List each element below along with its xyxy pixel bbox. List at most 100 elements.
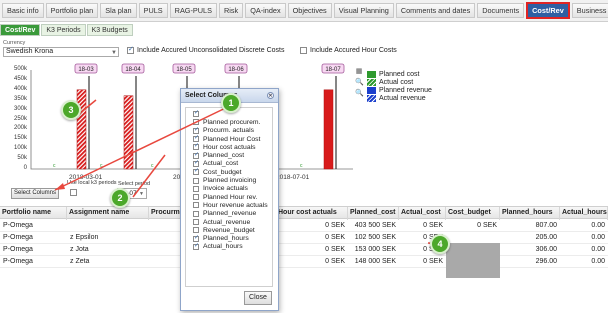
column-option-checkbox[interactable] [193, 119, 199, 126]
table-cell: 306.00 [535, 246, 557, 253]
column-header[interactable]: Planned_hours [500, 207, 560, 220]
column-header[interactable]: Portfolio name [0, 207, 67, 220]
include-hour-costs-checkbox[interactable] [300, 47, 307, 54]
chart-bar[interactable] [323, 89, 334, 170]
column-option[interactable]: Planned_revenue [186, 210, 272, 218]
column-option-label: Planned_cost [203, 152, 245, 160]
column-option-checkbox[interactable] [193, 185, 199, 192]
include-unconsolidated-option[interactable]: Include Accured Unconsolidated Discrete … [127, 45, 284, 54]
table-cell: P-Omega [3, 246, 33, 253]
use-local-periods-label: Use local k3 periods [67, 180, 117, 186]
column-option-checkbox[interactable] [193, 234, 199, 242]
tab-risk[interactable]: Risk [218, 3, 244, 18]
table-cell: 0 SEK [423, 258, 443, 265]
column-option-checkbox[interactable] [193, 126, 199, 134]
subtab-k3-periods[interactable]: K3 Periods [41, 24, 86, 36]
table-row[interactable]: P-Omegaz Epsilon0 SEK102 500 SEK0 SEK205… [0, 232, 608, 244]
table-row[interactable]: P-Omegaz Jota0 SEK153 000 SEK0 SEK306.00… [0, 244, 608, 256]
column-header[interactable]: Assignment name [67, 207, 149, 220]
tab-objectives[interactable]: Objectives [287, 3, 332, 18]
column-option-checkbox[interactable] [193, 159, 199, 167]
column-option-checkbox[interactable] [193, 194, 199, 201]
column-option[interactable]: Invoice actuals [186, 185, 272, 193]
column-option-label: Actual_revenue [203, 218, 251, 226]
tab-puls[interactable]: PULS [138, 3, 168, 18]
currency-select[interactable]: Swedish Krona ▼ [3, 47, 119, 57]
select-columns-button[interactable]: Select Columns [11, 188, 59, 199]
tab-rag-puls[interactable]: RAG-PULS [169, 3, 217, 18]
column-option[interactable]: Actual_hours [186, 242, 272, 251]
legend-label: Actual revenue [379, 94, 426, 102]
column-option-checkbox[interactable] [193, 167, 199, 176]
column-option-checkbox[interactable] [193, 134, 199, 143]
table-row[interactable]: P-Omega z Zeta 0 SEK 148 000 SEK 0 SEK 296.00… [0, 256, 608, 268]
period-marker-label: 18-06 [228, 67, 244, 73]
column-header[interactable]: Hour cost actuals [276, 207, 348, 220]
tab-sla-plan[interactable]: Sla plan [100, 3, 137, 18]
grid-icon[interactable]: ▦ [355, 68, 363, 76]
column-list: Planned procurem.Procurm. actualsPlanned… [185, 107, 273, 287]
table-cell: 0 SEK [325, 234, 345, 241]
zoom-out-icon[interactable]: 🔍 [355, 90, 364, 98]
zoom-in-icon[interactable]: 🔍 [355, 79, 364, 87]
column-option[interactable]: Planned invoicing [186, 176, 272, 184]
column-option-checkbox[interactable] [193, 210, 199, 217]
period-marker-label: 18-07 [325, 67, 341, 73]
cost-marker: c [100, 163, 103, 169]
chart-bar[interactable] [123, 95, 134, 170]
tab-cost-rev[interactable]: Cost/Rev [526, 2, 570, 19]
column-option-label: Planned procurem. [203, 118, 261, 126]
table-cell: 0 SEK [423, 222, 443, 229]
tab-visual-planning[interactable]: Visual Planning [333, 3, 394, 18]
annotation-badge: 1 [221, 93, 241, 113]
table-cell: P-Omega [3, 258, 33, 265]
close-button[interactable]: Close [244, 291, 272, 305]
cost-marker: c [53, 163, 56, 169]
table-row[interactable]: P-Omega 0 SEK 403 500 SEK 0 SEK 0 SEK 807.00 0… [0, 220, 608, 232]
tab-documents[interactable]: Documents [477, 3, 525, 18]
subtab-k3-budgets[interactable]: K3 Budgets [86, 24, 133, 36]
column-option-label: Actual_cost [203, 160, 239, 168]
table-cell: 0 SEK [477, 222, 497, 229]
column-option-label: Planned Hour Cost [203, 135, 261, 143]
cost-budget-grey-area [446, 243, 500, 278]
chart-bar[interactable] [76, 89, 87, 170]
column-option-checkbox[interactable] [193, 242, 199, 250]
column-header[interactable]: Actual_hours [560, 207, 608, 220]
tab-portfolio-plan[interactable]: Portfolio plan [45, 3, 99, 18]
column-option-label: Hour revenue actuals [203, 201, 268, 209]
legend-label: Actual cost [379, 78, 414, 86]
tab-comments-and-dates[interactable]: Comments and dates [395, 3, 476, 18]
top-tab-bar: Basic info Portfolio plan Sla plan PULS … [0, 0, 608, 22]
tab-business-case[interactable]: Business case [571, 3, 608, 18]
column-option-label: Planned invoicing [203, 177, 257, 185]
column-option[interactable]: Planned Hour rev. [186, 193, 272, 201]
column-option-label: Invoice actuals [203, 185, 248, 193]
column-option-checkbox[interactable] [193, 219, 199, 225]
column-option-checkbox[interactable] [193, 227, 199, 234]
column-option-checkbox[interactable] [193, 202, 199, 209]
column-option[interactable]: Actual_revenue [186, 218, 272, 226]
table-cell: 0.00 [591, 246, 605, 253]
period-marker-label: 18-04 [125, 67, 141, 73]
column-option-checkbox[interactable] [193, 109, 199, 118]
close-icon[interactable]: ✕ [267, 92, 274, 99]
tab-qa-index[interactable]: QA-index [245, 3, 286, 18]
column-option-checkbox[interactable] [193, 151, 199, 159]
column-option-label: Planned_hours [203, 235, 249, 243]
column-option[interactable]: Hour revenue actuals [186, 201, 272, 209]
column-header[interactable]: Actual_cost [399, 207, 446, 220]
column-option[interactable]: Cost_budget [186, 167, 272, 176]
use-local-periods-checkbox[interactable] [70, 189, 77, 196]
chevron-down-icon: ▼ [139, 191, 144, 197]
cost-marker: c [151, 163, 154, 169]
table-cell: 0 SEK [325, 246, 345, 253]
column-option-checkbox[interactable] [193, 142, 199, 151]
column-header[interactable]: Planned_cost [348, 207, 399, 220]
include-hour-costs-option[interactable]: Include Accured Hour Costs [300, 47, 397, 54]
column-header[interactable]: Cost_budget [446, 207, 500, 220]
include-unconsolidated-checkbox[interactable] [127, 45, 134, 54]
subtab-cost-rev[interactable]: Cost/Rev [0, 24, 41, 36]
column-option-checkbox[interactable] [193, 177, 199, 184]
tab-basic-info[interactable]: Basic info [2, 3, 44, 18]
